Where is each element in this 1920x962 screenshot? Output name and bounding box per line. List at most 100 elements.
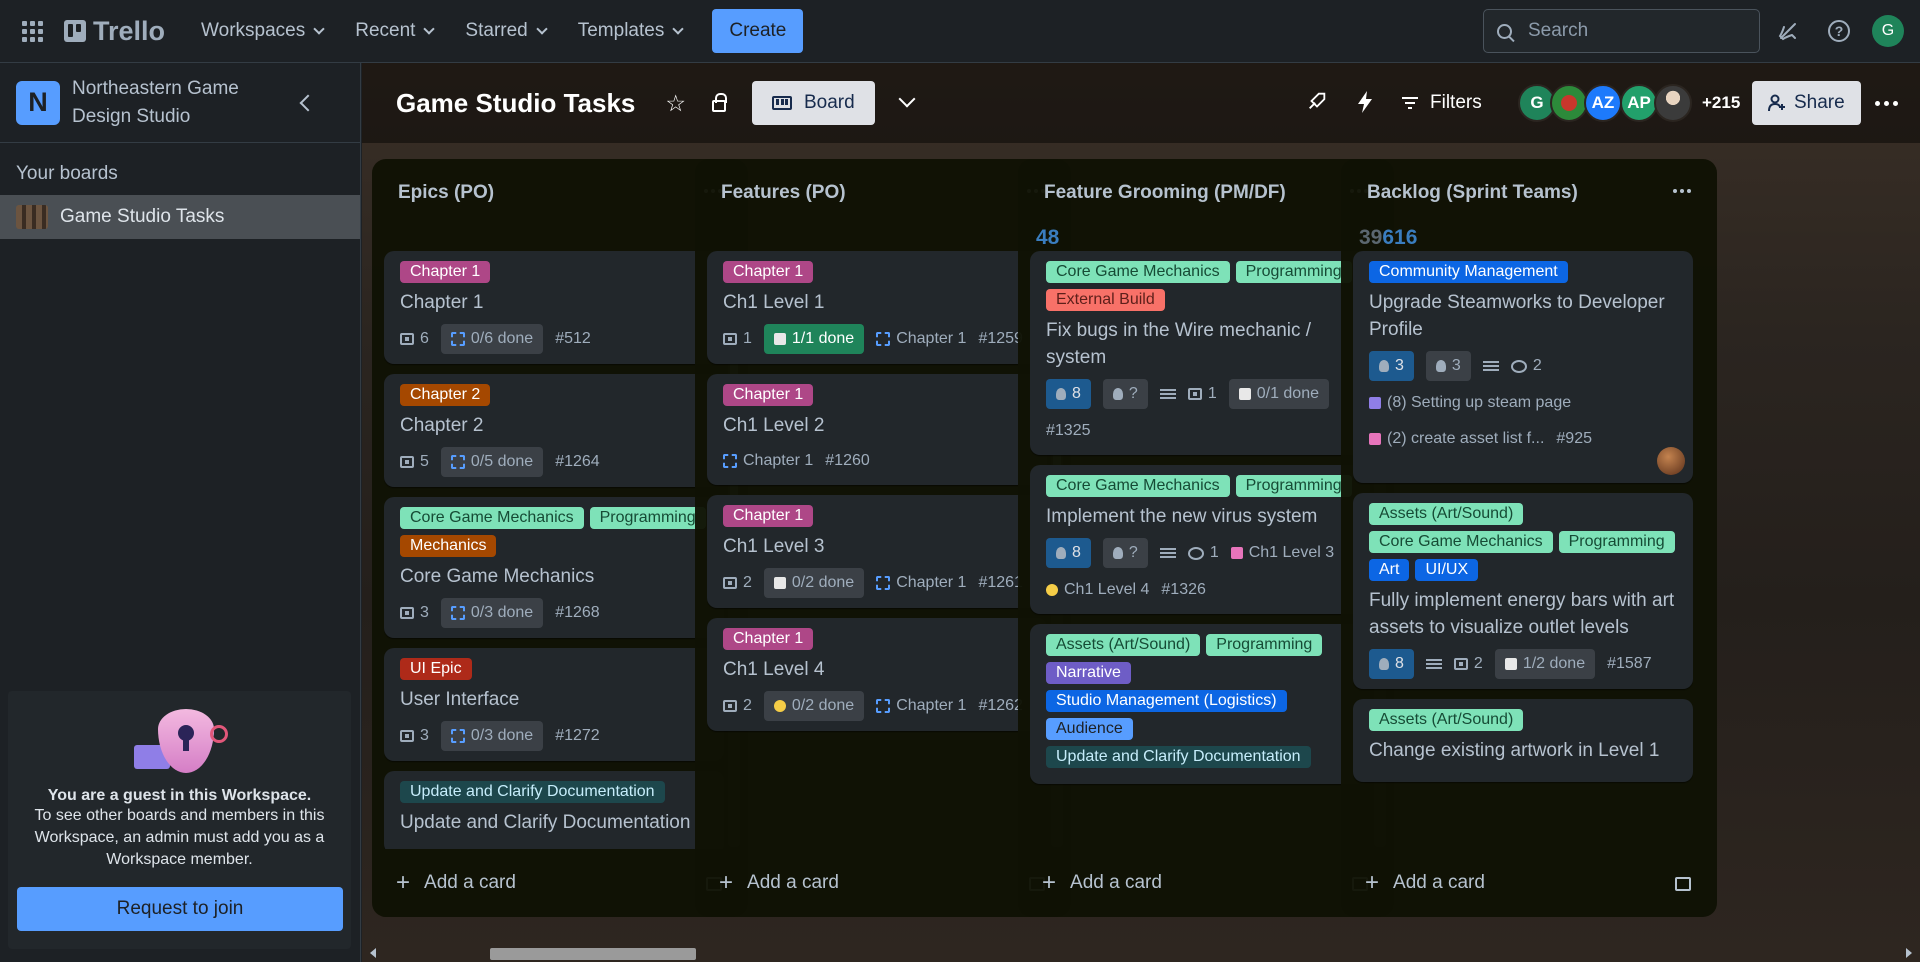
card[interactable]: Chapter 1 Chapter 1 6 0/6 done #512	[384, 251, 724, 364]
request-to-join-button[interactable]: Request to join	[17, 887, 343, 931]
more-members-count[interactable]: +215	[1702, 93, 1740, 113]
card-label[interactable]: Mechanics	[400, 535, 497, 557]
notifications-button[interactable]	[1775, 18, 1801, 44]
card-label[interactable]: Core Game Mechanics	[1369, 531, 1553, 553]
card-label[interactable]: Community Management	[1369, 261, 1568, 283]
board-view-button[interactable]: Board	[752, 81, 875, 125]
card-label[interactable]: Assets (Art/Sound)	[1369, 709, 1524, 731]
list-title[interactable]: Features (PO)	[721, 182, 846, 204]
share-button[interactable]: Share	[1752, 81, 1861, 125]
card-label[interactable]: UI Epic	[400, 658, 472, 680]
add-card-button[interactable]: + Add a card	[719, 849, 839, 917]
list-title[interactable]: Epics (PO)	[398, 182, 494, 204]
rocket-icon[interactable]	[1306, 90, 1328, 112]
card[interactable]: Assets (Art/Sound) Core Game Mechanics Pro…	[1353, 493, 1693, 689]
scrollbar-thumb[interactable]	[490, 948, 696, 960]
starred-menu[interactable]: Starred	[449, 9, 561, 53]
card-badge: 5	[400, 448, 429, 476]
badge-text: 0/3 done	[470, 727, 534, 744]
card-label[interactable]: Art	[1369, 559, 1410, 581]
card-badge: #1261	[978, 569, 1023, 597]
card-label[interactable]: Programming	[1235, 261, 1352, 283]
card-badge: ?	[1102, 538, 1148, 568]
card[interactable]: Core Game Mechanics Programming External B…	[1030, 251, 1370, 455]
card-label[interactable]: Core Game Mechanics	[1046, 475, 1230, 497]
scroll-right-icon[interactable]	[1906, 948, 1912, 958]
recent-menu[interactable]: Recent	[339, 9, 449, 53]
filters-button[interactable]: Filters	[1402, 81, 1482, 125]
card[interactable]: Chapter 1 Ch1 Level 1 1 1/1 done Chapter 1 #1…	[707, 251, 1047, 364]
list-title[interactable]: Backlog (Sprint Teams)	[1367, 182, 1578, 204]
card-label[interactable]: Chapter 1	[723, 505, 814, 527]
card-label[interactable]: Programming	[1206, 634, 1323, 656]
card-label[interactable]: Narrative	[1046, 662, 1131, 684]
scroll-left-icon[interactable]	[370, 948, 376, 958]
card-label[interactable]: Chapter 1	[400, 261, 491, 283]
card[interactable]: Assets (Art/Sound) Programming Narrative St…	[1030, 624, 1370, 784]
apps-icon[interactable]	[22, 19, 46, 43]
card-badge: #1264	[555, 448, 600, 476]
card-label[interactable]: Update and Clarify Documentation	[400, 781, 665, 803]
automation-icon[interactable]	[1356, 90, 1374, 114]
templates-menu[interactable]: Templates	[562, 9, 699, 53]
create-button[interactable]: Create	[712, 9, 804, 53]
card[interactable]: Chapter 1 Ch1 Level 2 Chapter 1 #1260	[707, 374, 1047, 485]
card[interactable]: Chapter 1 Ch1 Level 3 2 0/2 done Chapter 1 #1…	[707, 495, 1047, 608]
collapse-sidebar-icon[interactable]	[299, 94, 317, 111]
horizontal-scrollbar[interactable]	[362, 944, 1920, 962]
card-label[interactable]: Programming	[1235, 475, 1352, 497]
board-title[interactable]: Game Studio Tasks	[396, 88, 635, 119]
card[interactable]: Community Management Upgrade Steamworks t…	[1353, 251, 1693, 483]
card-label[interactable]: Programming	[1558, 531, 1675, 553]
list-title[interactable]: Feature Grooming (PM/DF)	[1044, 182, 1286, 204]
badge-text: ?	[1128, 544, 1138, 561]
list-menu-icon[interactable]	[1673, 189, 1691, 193]
badge-text: 2	[743, 574, 752, 591]
your-boards-heading: Your boards	[16, 163, 118, 184]
card-label[interactable]: Assets (Art/Sound)	[1046, 634, 1201, 656]
card-label[interactable]: Chapter 1	[723, 261, 814, 283]
workspace-avatar[interactable]: N	[16, 80, 60, 125]
card[interactable]: Update and Clarify Documentation Update a…	[384, 771, 724, 849]
card-label[interactable]: Core Game Mechanics	[400, 507, 584, 529]
help-button[interactable]: ?	[1826, 18, 1852, 44]
add-card-button[interactable]: + Add a card	[1365, 849, 1485, 917]
card-label[interactable]: Audience	[1046, 718, 1133, 740]
add-card-button[interactable]: + Add a card	[1042, 849, 1162, 917]
member-avatar[interactable]	[1654, 84, 1692, 122]
workspace-name[interactable]: Northeastern Game Design Studio	[72, 75, 272, 131]
card[interactable]: Chapter 1 Ch1 Level 4 2 0/2 done Chapter 1 #1…	[707, 618, 1047, 731]
user-avatar[interactable]: G	[1872, 15, 1904, 47]
card-label[interactable]: Programming	[589, 507, 706, 529]
card-member-avatar[interactable]	[1657, 447, 1685, 475]
card-label[interactable]: UI/UX	[1415, 559, 1479, 581]
star-icon[interactable]: ☆	[665, 90, 686, 117]
badge-text: #1259	[978, 330, 1023, 347]
member-avatar[interactable]	[1550, 84, 1588, 122]
card-label[interactable]: Chapter 2	[400, 384, 491, 406]
card-label[interactable]: Assets (Art/Sound)	[1369, 503, 1524, 525]
card-template-icon[interactable]	[1675, 877, 1691, 891]
card-label[interactable]: Core Game Mechanics	[1046, 261, 1230, 283]
board-menu-icon[interactable]	[1875, 101, 1898, 106]
search-input[interactable]: Search	[1483, 9, 1760, 53]
card[interactable]: Chapter 2 Chapter 2 5 0/5 done #1264	[384, 374, 724, 487]
card[interactable]: Core Game Mechanics Programming Implement …	[1030, 465, 1370, 614]
workspace-header: N Northeastern Game Design Studio	[0, 63, 360, 143]
chevron-down-icon[interactable]	[898, 90, 916, 108]
card-label[interactable]: Update and Clarify Documentation	[1046, 746, 1311, 768]
member-avatar[interactable]: AZ	[1584, 84, 1622, 122]
card[interactable]: UI Epic User Interface 3 0/3 done #1272	[384, 648, 724, 761]
add-card-button[interactable]: + Add a card	[396, 849, 516, 917]
member-avatar[interactable]: AP	[1620, 84, 1658, 122]
card-label[interactable]: External Build	[1046, 289, 1165, 311]
card[interactable]: Assets (Art/Sound) Change existing artwor…	[1353, 699, 1693, 782]
sidebar-item-game-studio-tasks[interactable]: Game Studio Tasks	[0, 195, 360, 239]
card-label[interactable]: Chapter 1	[723, 628, 814, 650]
card-label[interactable]: Studio Management (Logistics)	[1046, 690, 1287, 712]
card[interactable]: Core Game Mechanics Programming Mechanics C…	[384, 497, 724, 638]
lock-icon[interactable]	[712, 93, 727, 112]
workspaces-menu[interactable]: Workspaces	[185, 9, 339, 53]
card-label[interactable]: Chapter 1	[723, 384, 814, 406]
trello-logo[interactable]: Trello	[64, 16, 165, 47]
